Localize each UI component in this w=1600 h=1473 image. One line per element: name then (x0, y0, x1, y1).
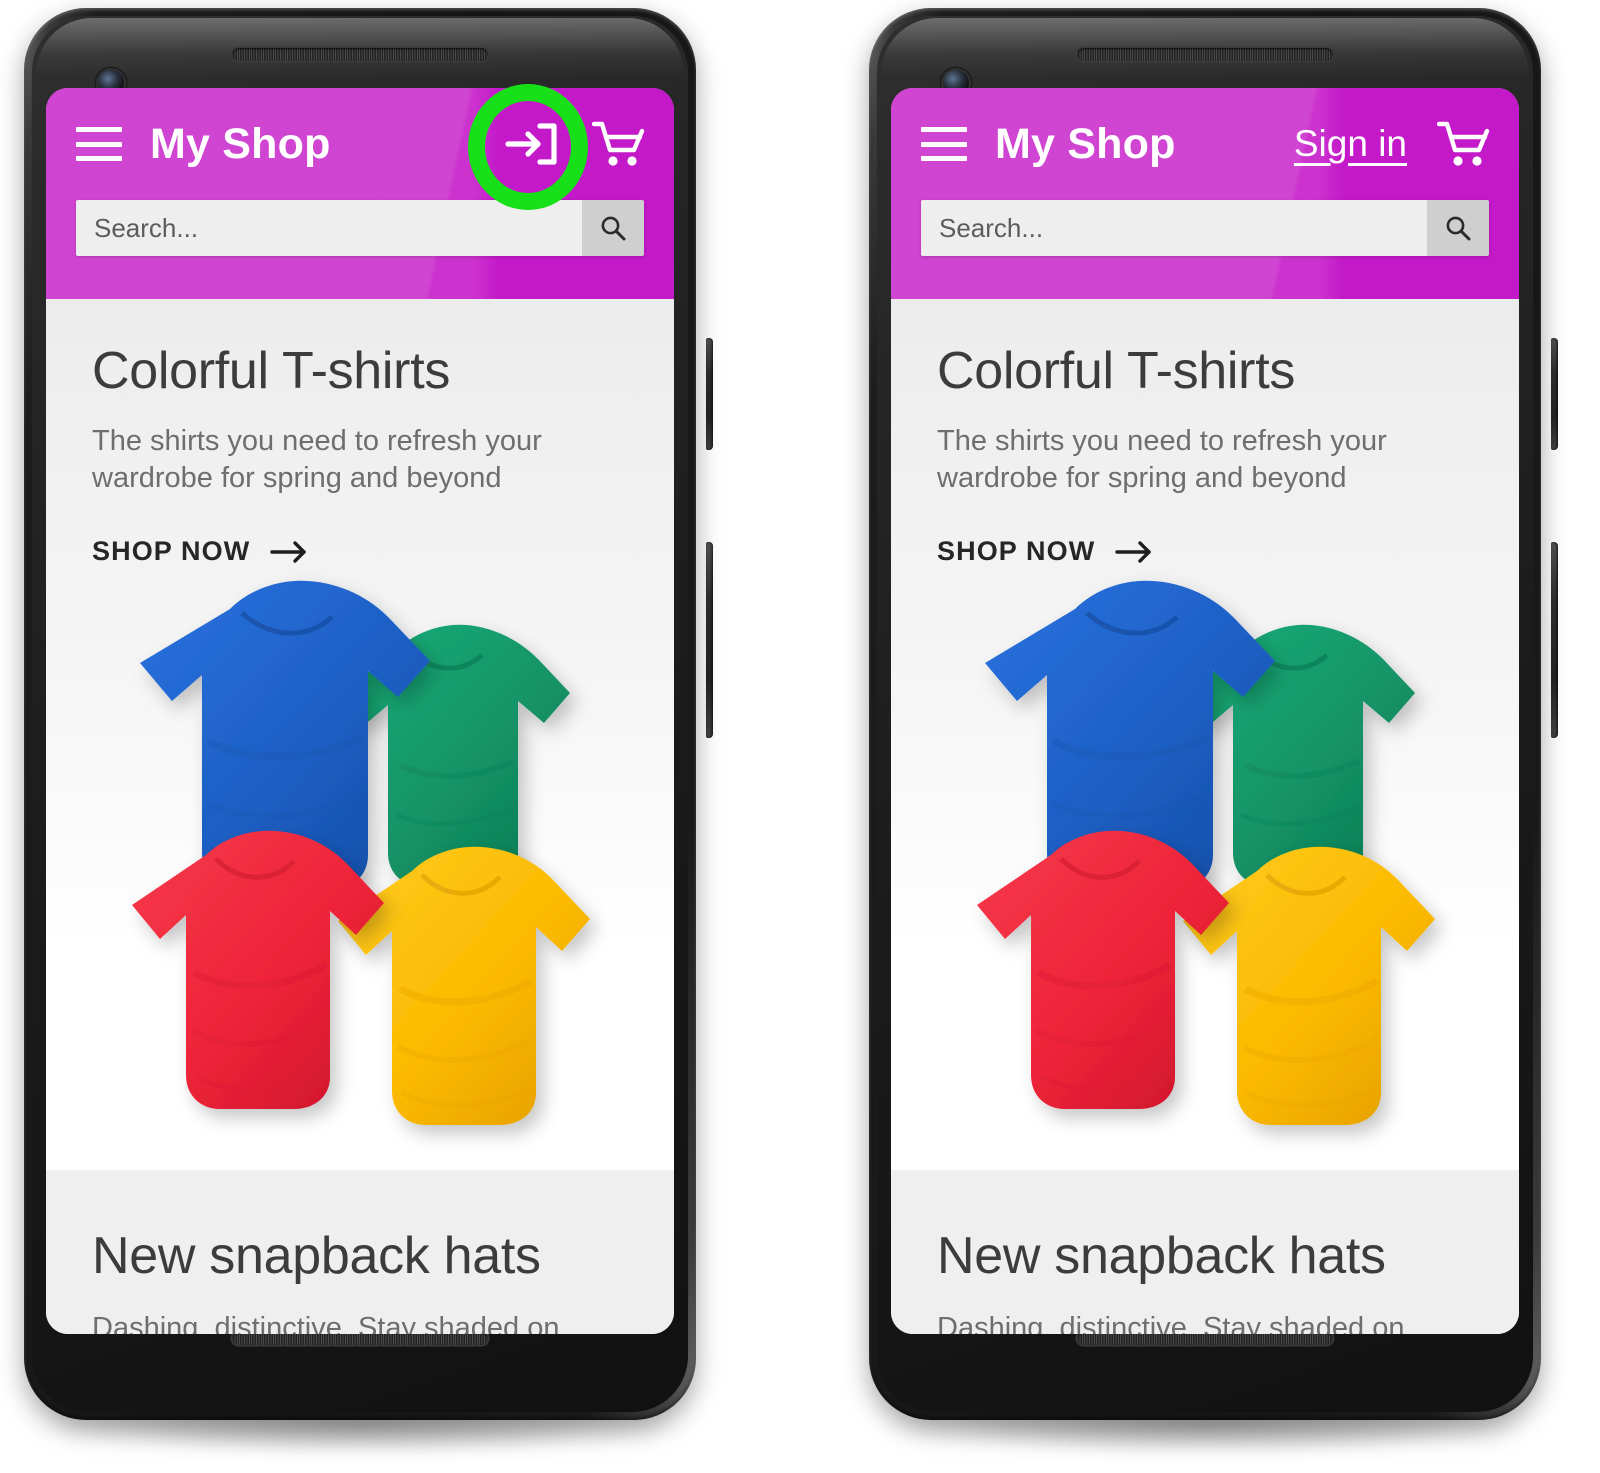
earpiece-speaker-grille (1077, 48, 1333, 61)
second-card-title: New snapback hats (92, 1227, 541, 1285)
search-icon (601, 216, 626, 241)
app-bar: My Shop (46, 88, 674, 299)
shopping-cart-icon[interactable] (1437, 119, 1493, 169)
comparison-stage: My Shop Search... Colorful T-shirts The … (0, 0, 1600, 1473)
phone-screen-before: My Shop Search... Colorful T-shirts The … (46, 88, 674, 1334)
page-title: My Shop (995, 119, 1176, 168)
volume-rocker-button[interactable] (706, 542, 713, 738)
volume-rocker-button[interactable] (1551, 542, 1558, 738)
search-input[interactable] (921, 200, 1427, 256)
hero-subtitle: The shirts you need to refresh your ward… (92, 425, 542, 494)
hero-title: Colorful T-shirts (92, 342, 451, 400)
second-card-title: New snapback hats (937, 1227, 1386, 1285)
hamburger-bar (921, 127, 967, 132)
app-bar-row: My Shop (46, 88, 674, 200)
sign-in-link[interactable]: Sign in (1294, 123, 1407, 165)
app-bar-row: My Shop Sign in (891, 88, 1519, 200)
search-button[interactable] (1427, 200, 1489, 256)
hamburger-bar (76, 127, 122, 132)
hamburger-bar (921, 141, 967, 147)
search-button[interactable] (582, 200, 644, 256)
earpiece-speaker-grille (232, 48, 488, 61)
search-input[interactable] (76, 200, 582, 256)
hamburger-bar (921, 156, 967, 161)
hero-card: Colorful T-shirts The shirts you need to… (891, 299, 1519, 1170)
phone-device-after: My Shop Sign in Search... Colorful T-shi… (855, 8, 1558, 1454)
shopping-cart-icon[interactable] (592, 119, 648, 169)
phone-screen-after: My Shop Sign in Search... Colorful T-shi… (891, 88, 1519, 1334)
hamburger-bar (76, 156, 122, 161)
hamburger-menu-icon[interactable] (76, 127, 122, 161)
page-content: Colorful T-shirts The shirts you need to… (891, 299, 1519, 1334)
second-card: New snapback hats Dashing, distinctive. … (891, 1170, 1519, 1334)
hamburger-bar (76, 141, 122, 147)
app-bar: My Shop Sign in (891, 88, 1519, 299)
tshirts-product-image (945, 555, 1465, 1155)
second-card-subtitle: Dashing, distinctive. Stay shaded on sun… (92, 1312, 560, 1334)
second-card: New snapback hats Dashing, distinctive. … (46, 1170, 674, 1334)
page-title: My Shop (150, 119, 331, 168)
hamburger-menu-icon[interactable] (921, 127, 967, 161)
hero-card: Colorful T-shirts The shirts you need to… (46, 299, 674, 1170)
second-card-subtitle: Dashing, distinctive. Stay shaded on sun… (937, 1312, 1405, 1334)
search-bar[interactable] (76, 200, 644, 256)
power-button[interactable] (706, 338, 713, 450)
search-icon (1446, 216, 1471, 241)
power-button[interactable] (1551, 338, 1558, 450)
tshirts-product-image (100, 555, 620, 1155)
login-icon[interactable] (504, 121, 558, 167)
page-content: Colorful T-shirts The shirts you need to… (46, 299, 674, 1334)
search-bar[interactable] (921, 200, 1489, 256)
hero-title: Colorful T-shirts (937, 342, 1296, 400)
phone-device-before: My Shop Search... Colorful T-shirts The … (10, 8, 713, 1454)
hero-subtitle: The shirts you need to refresh your ward… (937, 425, 1387, 494)
